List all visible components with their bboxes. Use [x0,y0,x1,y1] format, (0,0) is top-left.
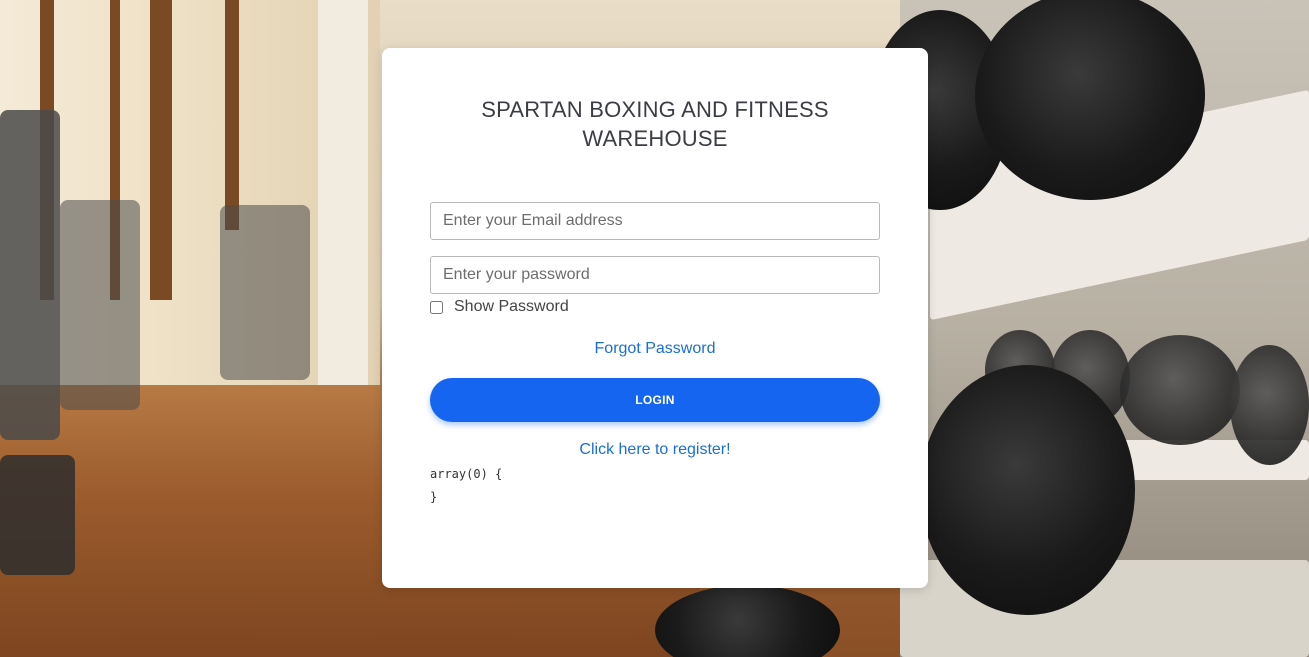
debug-output-line: array(0) { [430,467,503,481]
background-window-frame [225,0,239,230]
show-password-toggle[interactable]: Show Password [430,297,569,317]
background-weight-plate [920,365,1135,615]
background-pillar [318,0,368,390]
background-machine [0,110,60,440]
email-field[interactable] [430,202,880,240]
background-weight-plate [1230,345,1309,465]
show-password-checkbox[interactable] [430,300,443,314]
login-button[interactable]: LOGIN [430,378,880,422]
debug-output-line: } [430,490,438,504]
page-title: SPARTAN BOXING AND FITNESS WAREHOUSE [481,97,829,151]
background-machine [60,200,140,410]
register-link[interactable]: Click here to register! [382,441,928,459]
forgot-password-link[interactable]: Forgot Password [382,340,928,358]
debug-output: array(0) {} [430,463,502,509]
login-card: SPARTAN BOXING AND FITNESS WAREHOUSE Sho… [382,48,928,588]
background-machine [0,455,75,575]
password-field[interactable] [430,256,880,294]
background-machine [220,205,310,380]
show-password-label: Show Password [454,298,569,315]
background-window-frame [150,0,172,300]
background-weight-plate [1120,335,1240,445]
